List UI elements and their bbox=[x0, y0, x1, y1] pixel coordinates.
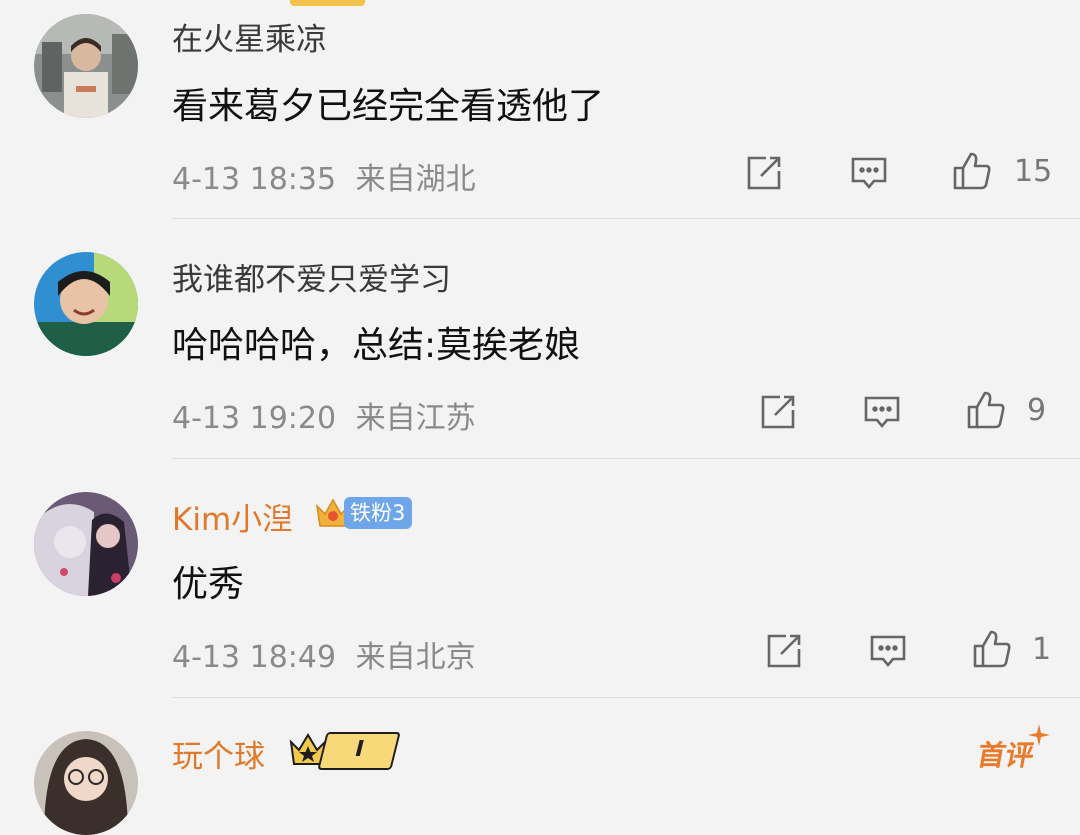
divider bbox=[172, 218, 1080, 219]
thumbs-up-icon[interactable] bbox=[972, 629, 1012, 669]
comment-username[interactable]: Kim小湼 bbox=[172, 494, 293, 539]
share-icon[interactable] bbox=[758, 392, 798, 432]
comment-icon[interactable] bbox=[849, 153, 889, 193]
thumbs-up-icon[interactable] bbox=[952, 151, 992, 191]
comment-location: 来自湖北 bbox=[355, 162, 476, 197]
comment-text: 看来葛夕已经完全看透他了 bbox=[172, 86, 605, 127]
like-count: 9 bbox=[1027, 393, 1047, 428]
rank-badge[interactable]: I bbox=[288, 730, 401, 770]
avatar[interactable] bbox=[34, 14, 138, 118]
comment-time: 4-13 19:20 bbox=[172, 401, 337, 436]
comment-time: 4-13 18:49 bbox=[172, 640, 337, 675]
like-count: 1 bbox=[1032, 632, 1052, 667]
comment-icon[interactable] bbox=[862, 392, 902, 432]
comment-item: 在火星乘凉 看来葛夕已经完全看透他了 4-13 18:35 来自湖北 15 bbox=[0, 0, 1080, 220]
divider bbox=[172, 458, 1080, 459]
avatar[interactable] bbox=[34, 731, 138, 835]
fan-badge-label: 铁粉3 bbox=[344, 497, 413, 529]
thumbs-up-icon[interactable] bbox=[966, 390, 1006, 430]
share-icon[interactable] bbox=[744, 153, 784, 193]
comment-time: 4-13 18:35 bbox=[172, 162, 337, 197]
avatar[interactable] bbox=[34, 252, 138, 356]
comment-location: 来自江苏 bbox=[355, 401, 476, 436]
comment-meta: 4-13 18:49 来自北京 bbox=[172, 632, 476, 676]
comment-username[interactable]: 玩个球 bbox=[172, 731, 265, 776]
comment-meta: 4-13 18:35 来自湖北 bbox=[172, 154, 476, 198]
comment-text: 优秀 bbox=[172, 564, 245, 605]
comment-meta: 4-13 19:20 来自江苏 bbox=[172, 393, 476, 437]
comment-icon[interactable] bbox=[868, 631, 908, 671]
rank-badge-label: I bbox=[317, 732, 401, 770]
like-count: 15 bbox=[1014, 154, 1053, 189]
share-icon[interactable] bbox=[764, 631, 804, 671]
comment-username[interactable]: 我谁都不爱只爱学习 bbox=[172, 254, 451, 299]
comment-text: 哈哈哈哈，总结:莫挨老娘 bbox=[172, 325, 581, 366]
divider bbox=[172, 697, 1080, 698]
avatar[interactable] bbox=[34, 492, 138, 596]
fan-badge[interactable]: 铁粉3 bbox=[314, 494, 413, 532]
comment-location: 来自北京 bbox=[355, 640, 476, 675]
sparkle-icon bbox=[1028, 724, 1050, 746]
comment-username[interactable]: 在火星乘凉 bbox=[172, 14, 327, 59]
